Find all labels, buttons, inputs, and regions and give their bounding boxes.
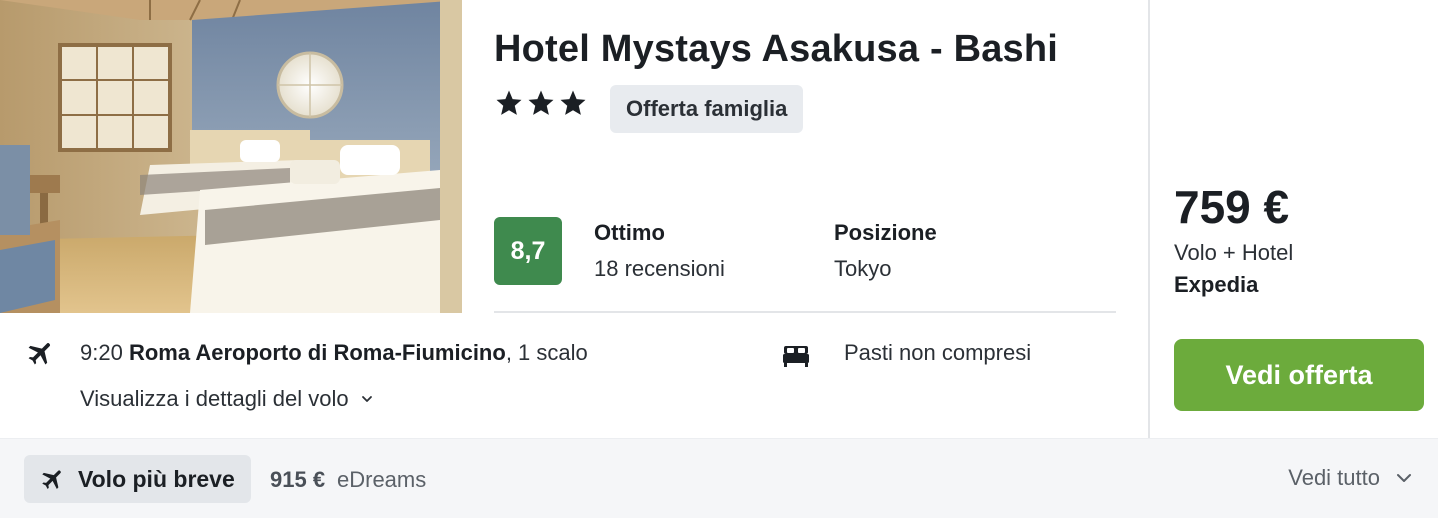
flight-stops: , 1 scalo	[505, 340, 588, 365]
star-icon	[496, 90, 522, 115]
plane-icon	[28, 343, 50, 365]
meals-info: Pasti non compresi	[844, 340, 1032, 365]
location-value: Tokyo	[834, 256, 892, 281]
flight-time: 9:20	[80, 340, 123, 365]
package-type: Volo + Hotel	[1174, 240, 1294, 265]
location-label: Posizione	[834, 220, 937, 245]
alternatives-bar: Volo più breve 915 € eDreams Vedi tutto	[0, 438, 1438, 518]
column-divider	[1148, 0, 1150, 438]
chevron-down-icon	[1397, 474, 1411, 482]
flight-summary: 9:20 Roma Aeroporto di Roma-Fiumicino, 1…	[80, 340, 588, 366]
rating-label: Ottimo	[594, 220, 665, 245]
alternative-provider[interactable]: eDreams	[337, 467, 426, 493]
star-icon	[560, 90, 586, 115]
bed-icon	[783, 346, 809, 367]
star-rating	[494, 88, 588, 118]
hotel-room-photo[interactable]	[0, 0, 462, 313]
shortest-flight-chip[interactable]: Volo più breve	[24, 455, 251, 503]
plane-icon	[42, 470, 61, 489]
price: 759 €	[1174, 181, 1290, 233]
flight-airport: Roma Aeroporto di Roma-Fiumicino	[128, 340, 506, 365]
see-all-label: Vedi tutto	[1288, 465, 1380, 490]
family-offer-badge: Offerta famiglia	[610, 85, 804, 133]
shortest-flight-label: Volo più breve	[78, 465, 235, 492]
review-score-badge: 8,7	[494, 217, 562, 285]
hotel-name[interactable]: Hotel Mystays Asakusa - Bashi	[494, 28, 1058, 71]
alternative-price[interactable]: 915 €	[270, 467, 325, 493]
view-offer-button[interactable]: Vedi offerta	[1174, 339, 1424, 411]
divider	[494, 311, 1116, 313]
chevron-down-icon	[361, 396, 372, 402]
review-count[interactable]: 18 recensioni	[594, 256, 725, 282]
flight-details-link[interactable]: Visualizza i dettagli del volo	[80, 386, 375, 412]
flight-details-label: Visualizza i dettagli del volo	[80, 386, 349, 411]
deal-card[interactable]: Hotel Mystays Asakusa - Bashi Offerta fa…	[0, 0, 1438, 518]
star-icon	[528, 90, 554, 115]
provider-name: Expedia	[1174, 272, 1259, 297]
see-all-link[interactable]: Vedi tutto	[1288, 465, 1414, 491]
